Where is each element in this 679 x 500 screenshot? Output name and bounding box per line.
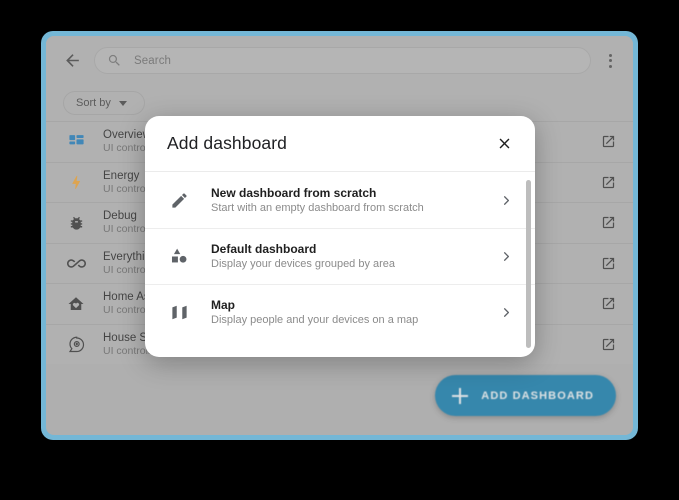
more-vert-icon-dot — [608, 64, 612, 68]
option-map[interactable]: Map Display people and your devices on a… — [145, 284, 535, 340]
shapes-icon — [167, 247, 191, 266]
map-icon — [167, 303, 191, 322]
back-button[interactable] — [58, 47, 86, 75]
more-vert-icon-dot — [608, 53, 612, 57]
chevron-right-icon — [497, 193, 515, 208]
add-dashboard-fab[interactable]: ADD DASHBOARD — [435, 375, 616, 416]
add-dashboard-dialog: Add dashboard New dashboard from scratch… — [145, 116, 535, 357]
home-heart-icon — [63, 295, 89, 313]
search-input[interactable]: Search — [94, 47, 591, 74]
infinity-icon — [63, 254, 89, 273]
sort-by-label: Sort by — [76, 97, 111, 109]
sort-by-button[interactable]: Sort by — [63, 91, 145, 115]
option-text: Map Display people and your devices on a… — [211, 297, 497, 328]
chevron-down-icon — [118, 100, 127, 106]
add-dashboard-fab-label: ADD DASHBOARD — [481, 389, 594, 402]
search-placeholder-text: Search — [134, 54, 172, 67]
open-in-new-icon[interactable] — [595, 256, 621, 271]
dialog-header: Add dashboard — [145, 116, 535, 172]
option-title: Default dashboard — [211, 242, 317, 256]
option-subtitle: Display people and your devices on a map — [211, 314, 419, 326]
pencil-icon — [167, 191, 191, 210]
close-button[interactable] — [491, 131, 517, 157]
arrow-back-icon — [65, 54, 79, 67]
option-text: Default dashboard Display your devices g… — [211, 241, 497, 272]
view-dashboard-icon — [63, 133, 89, 150]
head-cog-icon — [63, 335, 89, 353]
dialog-title: Add dashboard — [167, 133, 288, 153]
open-in-new-icon[interactable] — [595, 337, 621, 352]
more-vert-icon-dot — [608, 59, 612, 62]
option-new-dashboard-from-scratch[interactable]: New dashboard from scratch Start with an… — [145, 172, 535, 228]
option-title: New dashboard from scratch — [211, 185, 377, 200]
option-default-dashboard[interactable]: Default dashboard Display your devices g… — [145, 228, 535, 284]
option-title: Map — [211, 298, 235, 312]
lightning-bolt-icon — [63, 174, 89, 191]
plus-icon — [452, 387, 469, 404]
close-icon — [499, 138, 509, 149]
open-in-new-icon[interactable] — [595, 134, 621, 149]
chevron-right-icon — [497, 249, 515, 264]
screen: Search Sort by Overview UI controlled En… — [0, 0, 679, 500]
dialog-scrollbar[interactable] — [526, 180, 531, 348]
overflow-menu-button[interactable] — [597, 48, 623, 74]
app-bar: Search — [46, 36, 633, 85]
chevron-right-icon — [497, 305, 515, 320]
option-subtitle: Start with an empty dashboard from scrat… — [211, 201, 424, 214]
search-icon — [108, 54, 120, 66]
open-in-new-icon[interactable] — [595, 215, 621, 230]
open-in-new-icon[interactable] — [595, 175, 621, 190]
bug-icon — [63, 214, 89, 231]
open-in-new-icon[interactable] — [595, 296, 621, 311]
dialog-options-list: New dashboard from scratch Start with an… — [145, 172, 535, 357]
option-subtitle: Display your devices grouped by area — [211, 258, 396, 270]
option-text: New dashboard from scratch Start with an… — [211, 185, 497, 216]
